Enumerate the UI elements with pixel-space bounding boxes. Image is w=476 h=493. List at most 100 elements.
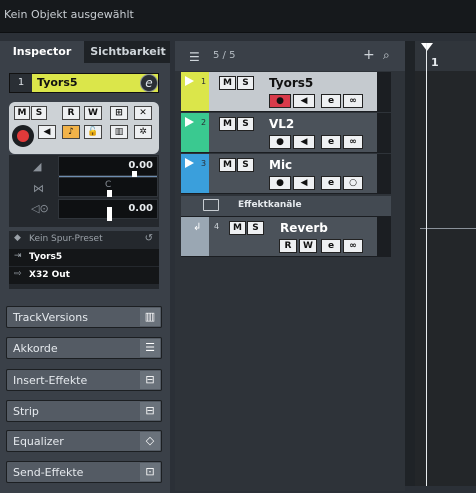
track-row-tyors5[interactable]: 1 M S Tyors5 ● ◀ e ∞	[181, 72, 391, 112]
folder-label: Effektkanäle	[238, 200, 302, 210]
section-equalizer[interactable]: Equalizer ◇	[6, 430, 162, 452]
fx-lane-line	[420, 228, 476, 229]
add-track-button[interactable]: +	[363, 47, 375, 63]
section-akkorde[interactable]: Akkorde ☰	[6, 337, 162, 359]
title-bar: Kein Objekt ausgewählt	[0, 0, 476, 33]
solo-button[interactable]: S	[237, 117, 254, 131]
track-name: Reverb	[280, 221, 328, 235]
fx-return-icon: ↲	[193, 222, 202, 233]
solo-button[interactable]: S	[237, 158, 254, 172]
mute-button[interactable]: M	[219, 117, 236, 131]
track-number: 1	[201, 77, 207, 86]
search-icon[interactable]: ⌕	[383, 48, 390, 63]
delay-fader[interactable]: 0.00	[58, 199, 158, 221]
folder-icon	[203, 199, 219, 211]
record-enable-button[interactable]: ●	[269, 176, 291, 190]
lock-icon[interactable]: 🔓	[84, 125, 102, 139]
solo-button[interactable]: S	[237, 76, 254, 90]
pan-icon: ⋈	[33, 182, 44, 195]
mute-button[interactable]: M	[14, 106, 30, 120]
track-row-vl2[interactable]: 2 M S VL2 ● ◀ e ∞	[181, 113, 391, 153]
volume-value: 0.00	[128, 160, 153, 171]
inspector-track-header[interactable]: 1 Tyors5	[9, 73, 159, 93]
monitor-icon[interactable]: ◀	[293, 176, 315, 190]
write-automation-button[interactable]: W	[84, 106, 102, 120]
pan-fader[interactable]: C	[58, 177, 158, 197]
strip-icon: ⊟	[140, 402, 160, 420]
track-color-stripe: ↲	[181, 217, 209, 256]
record-enable-button[interactable]	[12, 125, 34, 147]
equalizer-icon: ◇	[140, 432, 160, 450]
mute-button[interactable]: M	[219, 158, 236, 172]
timebase-icon[interactable]: ♪	[62, 125, 80, 139]
track-count: 5 / 5	[213, 50, 236, 61]
bypass-icon[interactable]: ✕	[134, 106, 152, 120]
mute-button[interactable]: M	[219, 76, 236, 90]
output-icon: ⇨	[14, 269, 22, 279]
volume-fader[interactable]: 0.00	[58, 156, 158, 178]
settings-icon[interactable]: ✲	[134, 125, 152, 139]
tab-sichtbarkeit[interactable]: Sichtbarkeit	[86, 41, 170, 63]
link-icon[interactable]: ∞	[343, 135, 363, 149]
section-send-effekte[interactable]: Send-Effekte ⊡	[6, 461, 162, 483]
play-icon	[185, 76, 194, 86]
reset-icon[interactable]: ↺	[145, 233, 153, 244]
mute-button[interactable]: M	[229, 221, 246, 235]
ruler-bar-number: 1	[431, 56, 439, 69]
record-enable-button[interactable]: ●	[269, 94, 291, 108]
volume-icon: ◢	[33, 160, 42, 173]
arrange-area[interactable]	[415, 71, 476, 486]
read-automation-button[interactable]: R	[279, 239, 297, 253]
play-icon	[185, 117, 194, 127]
link-icon[interactable]: ∞	[343, 94, 363, 108]
freeze-icon[interactable]: ⊞	[110, 106, 128, 120]
inspector-tabs: Inspector Sichtbarkeit	[0, 41, 170, 65]
write-automation-button[interactable]: W	[299, 239, 317, 253]
edit-channel-button[interactable]: e	[321, 239, 341, 253]
tracklist-menu-icon[interactable]: ☰	[189, 50, 200, 64]
track-name: VL2	[269, 117, 295, 131]
read-automation-button[interactable]: R	[62, 106, 80, 120]
solo-button[interactable]: S	[31, 106, 47, 120]
lanes-icon[interactable]: ▥	[110, 125, 128, 139]
monitor-icon[interactable]: ◀	[293, 94, 315, 108]
inspector-track-name: Tyors5	[37, 76, 78, 89]
record-enable-button[interactable]: ●	[269, 135, 291, 149]
track-name: Tyors5	[269, 76, 314, 90]
inspector-track-number: 1	[10, 74, 32, 92]
section-strip[interactable]: Strip ⊟	[6, 400, 162, 422]
tab-inspector[interactable]: Inspector	[0, 41, 84, 65]
preset-icon: ◆	[14, 233, 21, 243]
edit-channel-button[interactable]: e	[321, 94, 341, 108]
edit-instrument-button[interactable]: e	[140, 74, 158, 92]
track-row-mic[interactable]: 3 M S Mic ● ◀ e ○	[181, 154, 391, 194]
input-icon: ⇥	[14, 251, 22, 261]
link-icon[interactable]: ∞	[343, 239, 363, 253]
chords-icon: ☰	[140, 339, 160, 357]
edit-channel-button[interactable]: e	[321, 176, 341, 190]
edit-channel-button[interactable]: e	[321, 135, 341, 149]
track-preset-row[interactable]: ◆ Kein Spur-Preset ↺	[9, 231, 159, 248]
routing-panel: ◆ Kein Spur-Preset ↺ ⇥ Tyors5 ⇨ X32 Out	[9, 231, 159, 289]
monitor-icon[interactable]: ◀	[38, 125, 56, 139]
play-icon	[185, 158, 194, 168]
solo-button[interactable]: S	[247, 221, 264, 235]
section-insert-effekte[interactable]: Insert-Effekte ⊟	[6, 369, 162, 391]
monitor-icon[interactable]: ◀	[293, 135, 315, 149]
delay-value: 0.00	[128, 203, 153, 214]
output-routing[interactable]: ⇨ X32 Out	[9, 267, 159, 284]
track-number: 2	[201, 118, 207, 127]
lanes-icon[interactable]: ○	[343, 176, 363, 190]
window-title: Kein Objekt ausgewählt	[4, 8, 134, 21]
ruler[interactable]: 1	[415, 41, 476, 72]
panel-divider[interactable]	[405, 41, 415, 486]
track-row-reverb[interactable]: ↲ 4 M S Reverb R W e ∞	[181, 217, 391, 257]
folder-effektkanaele[interactable]: Effektkanäle	[181, 196, 391, 217]
playhead-marker-icon[interactable]	[421, 43, 433, 51]
section-trackversions[interactable]: TrackVersions ▥	[6, 306, 162, 328]
tracklist-header: ☰ 5 / 5 + ⌕	[175, 41, 405, 71]
track-number: 3	[201, 159, 207, 168]
input-routing[interactable]: ⇥ Tyors5	[9, 249, 159, 266]
pan-value: C	[105, 180, 112, 190]
output-label: X32 Out	[29, 270, 70, 280]
